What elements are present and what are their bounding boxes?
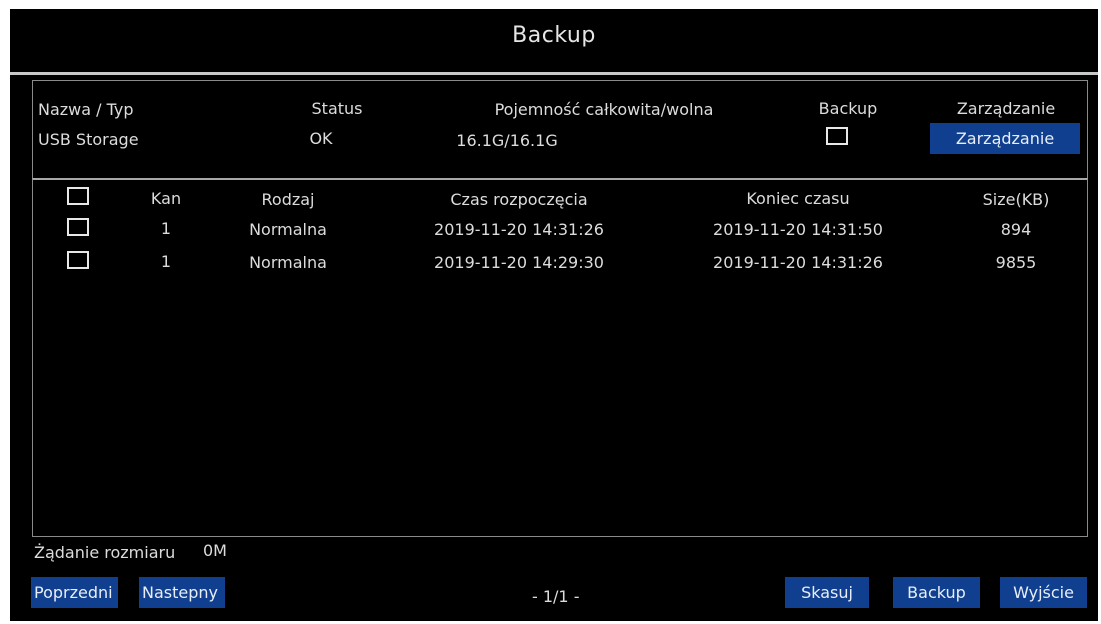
previous-page-button[interactable]: Poprzedni <box>31 577 118 608</box>
row-channel: 1 <box>160 252 172 271</box>
backup-dialog: Backup Nazwa / Typ Status Pojemność całk… <box>10 9 1098 621</box>
header-manage: Zarządzanie <box>956 99 1056 118</box>
device-table: Nazwa / Typ Status Pojemność całkowita/w… <box>32 80 1088 179</box>
dialog-title: Backup <box>512 23 596 48</box>
device-status: OK <box>309 129 333 148</box>
row-start-time: 2019-11-20 14:31:26 <box>434 220 604 239</box>
row-type: Normalna <box>249 220 327 239</box>
pagination-indicator: - 1/1 - <box>532 587 580 606</box>
delete-button[interactable]: Skasuj <box>785 577 869 608</box>
header-start-time: Czas rozpoczęcia <box>450 190 588 209</box>
device-capacity: 16.1G/16.1G <box>456 131 558 150</box>
row-start-time: 2019-11-20 14:29:30 <box>434 253 604 272</box>
size-request-label: Żądanie rozmiaru <box>34 543 176 562</box>
row-size: 894 <box>1000 220 1032 239</box>
device-backup-checkbox[interactable] <box>826 127 848 145</box>
header-type: Rodzaj <box>261 190 315 209</box>
row-end-time: 2019-11-20 14:31:50 <box>713 220 883 239</box>
row-channel: 1 <box>160 219 172 238</box>
header-end-time: Koniec czasu <box>746 189 850 208</box>
row-type: Normalna <box>249 253 327 272</box>
row-checkbox[interactable] <box>67 218 89 236</box>
device-name: USB Storage <box>38 130 139 149</box>
row-size: 9855 <box>995 253 1037 272</box>
header-channel: Kan <box>150 189 182 208</box>
manage-button[interactable]: Zarządzanie <box>930 123 1080 154</box>
title-divider <box>10 72 1098 75</box>
select-all-checkbox[interactable] <box>67 187 89 205</box>
header-status: Status <box>311 99 363 118</box>
backup-button[interactable]: Backup <box>893 577 980 608</box>
header-capacity: Pojemność całkowita/wolna <box>494 100 714 119</box>
header-backup: Backup <box>818 99 878 118</box>
row-end-time: 2019-11-20 14:31:26 <box>713 253 883 272</box>
size-request-value: 0M <box>203 541 227 560</box>
next-page-button[interactable]: Nastepny <box>139 577 225 608</box>
header-size: Size(KB) <box>982 190 1050 209</box>
header-name-type: Nazwa / Typ <box>38 100 134 119</box>
exit-button[interactable]: Wyjście <box>1000 577 1087 608</box>
row-checkbox[interactable] <box>67 251 89 269</box>
file-table: Kan Rodzaj Czas rozpoczęcia Koniec czasu… <box>32 178 1088 537</box>
